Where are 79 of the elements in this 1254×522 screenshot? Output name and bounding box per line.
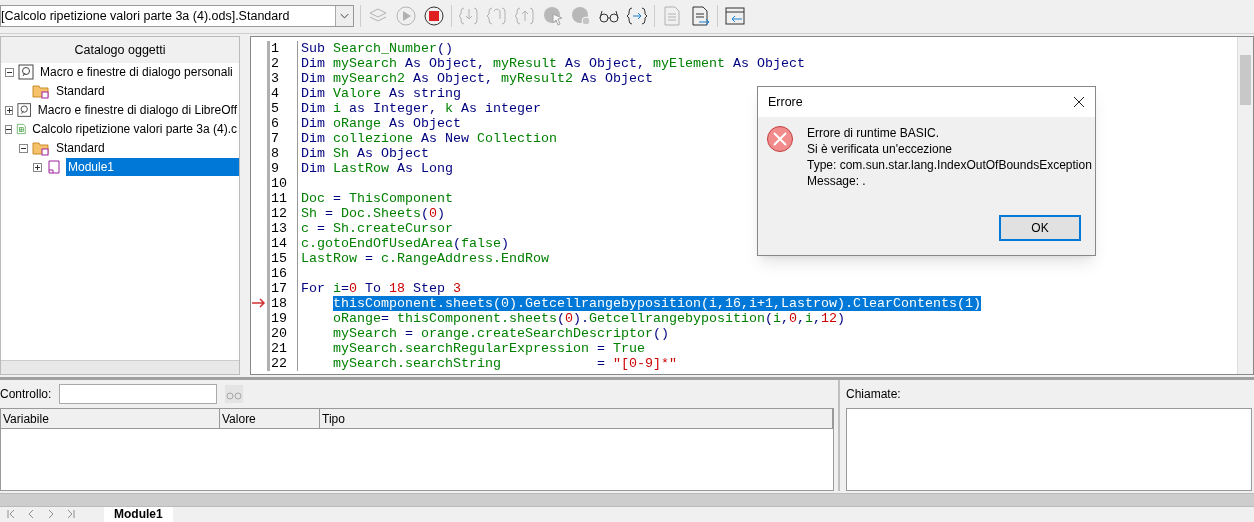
line-number: 15 (270, 250, 298, 266)
code-line: Sh = Doc.Sheets(0) (301, 205, 445, 221)
line-number: 9 (270, 160, 298, 176)
tree-item[interactable]: Calcolo ripetizione valori parte 3a (4).c (30, 120, 239, 139)
column-header[interactable]: Valore (220, 409, 320, 429)
tree-item[interactable]: Module1 (66, 158, 239, 177)
scrollbar[interactable] (1237, 36, 1253, 375)
code-line: Sub Search_Number() (301, 40, 453, 56)
braces-arrow-icon[interactable] (626, 5, 648, 28)
line-number: 13 (270, 220, 298, 236)
line-number: 17 (270, 280, 298, 296)
stop-icon[interactable] (423, 5, 445, 28)
line-number: 2 (270, 55, 298, 71)
library-icon (17, 102, 32, 119)
code-line: c = Sh.createCursor (301, 220, 453, 236)
line-number: 21 (270, 340, 298, 356)
scrollbar[interactable] (1, 360, 239, 375)
code-line: mySearch.searchRegularExpression = True (333, 340, 645, 356)
library-dropdown[interactable]: [Calcolo ripetizione valori parte 3a (4).ods].Standard (0, 5, 354, 28)
collapse-toggle[interactable] (5, 67, 14, 77)
line-number: 6 (270, 115, 298, 131)
line-number: 4 (270, 85, 298, 101)
ok-button[interactable]: OK (999, 215, 1081, 241)
column-header[interactable]: Variabile (1, 409, 220, 429)
line-number: 12 (270, 205, 298, 221)
dialog-title: Errore (768, 93, 803, 111)
library-icon (18, 64, 34, 81)
field-label: Controllo: (0, 386, 52, 404)
line-number: 11 (270, 190, 298, 206)
line-number: 18 (270, 295, 298, 311)
code-line: Dim oRange As Object (301, 115, 461, 131)
error-icon (766, 125, 794, 153)
module-tab[interactable]: Module1 (104, 507, 173, 522)
scrollbar[interactable] (0, 493, 1254, 507)
collapse-toggle[interactable] (5, 124, 12, 134)
code-line: c.gotoEndOfUsedArea(false) (301, 235, 509, 251)
expand-toggle[interactable] (33, 162, 42, 172)
line-number: 8 (270, 145, 298, 161)
expand-toggle[interactable] (5, 105, 14, 115)
line-number: 22 (270, 355, 298, 371)
code-line: Dim mySearch2 As Object, myResult2 As Object (301, 70, 653, 86)
column-header[interactable]: Tipo (320, 409, 833, 429)
line-number: 7 (270, 130, 298, 146)
line-number: 10 (270, 175, 298, 191)
watch-input[interactable] (59, 384, 218, 405)
code-line: Dim LastRow As Long (301, 160, 453, 176)
code-line: Dim collezione As New Collection (301, 130, 557, 146)
tree-item[interactable]: Macro e finestre di dialogo personali (38, 63, 235, 82)
line-number: 20 (270, 325, 298, 341)
close-icon[interactable] (1073, 96, 1085, 108)
code-line: Dim mySearch As Object, myResult As Object, myElement As Object (301, 55, 805, 71)
panel-label: Chiamate: (846, 386, 901, 404)
tree-item[interactable]: Standard (54, 139, 107, 158)
tree-item[interactable]: Standard (54, 82, 107, 101)
line-number: 3 (270, 70, 298, 86)
document-arrow-icon[interactable] (689, 5, 711, 28)
code-line: mySearch.searchString = "[0-9]*" (333, 355, 677, 371)
code-line: Doc = ThisComponent (301, 190, 453, 206)
module-icon (46, 159, 62, 176)
line-number: 19 (270, 310, 298, 326)
code-line: LastRow = c.RangeAddress.EndRow (301, 250, 549, 266)
code-line: Dim Sh As Object (301, 145, 429, 161)
chevron-down-icon[interactable] (335, 6, 353, 27)
folder-icon (32, 140, 50, 157)
panel-title: Catalogo oggetti (1, 36, 239, 63)
tree-item[interactable]: Macro e finestre di dialogo di LibreOff (35, 101, 239, 120)
code-line: For i=0 To 18 Step 3 (301, 280, 461, 296)
line-number: 1 (270, 40, 298, 56)
line-number: 5 (270, 100, 298, 116)
selected-code-text: thisComponent.sheets(0).Getcellrangebyposition(i,16,i+1,Lastrow).ClearContents(1) (333, 295, 981, 311)
collapse-toggle[interactable] (19, 143, 28, 153)
line-number: 16 (270, 265, 298, 281)
folder-icon (32, 83, 50, 100)
code-line: Dim i as Integer, k As integer (301, 100, 541, 116)
code-line: mySearch = orange.createSearchDescriptor() (333, 325, 669, 341)
code-line: Dim Valore As string (301, 85, 461, 101)
code-line: oRange= thisComponent.sheets(0).Getcellrangebyposition(i,0,i,12) (333, 310, 845, 326)
error-message: Errore di runtime BASIC. Si è verificata un'eccezione Type: com.sun.star.lang.IndexOutOfBoundsException Message: . (807, 125, 1092, 189)
line-number: 14 (270, 235, 298, 251)
